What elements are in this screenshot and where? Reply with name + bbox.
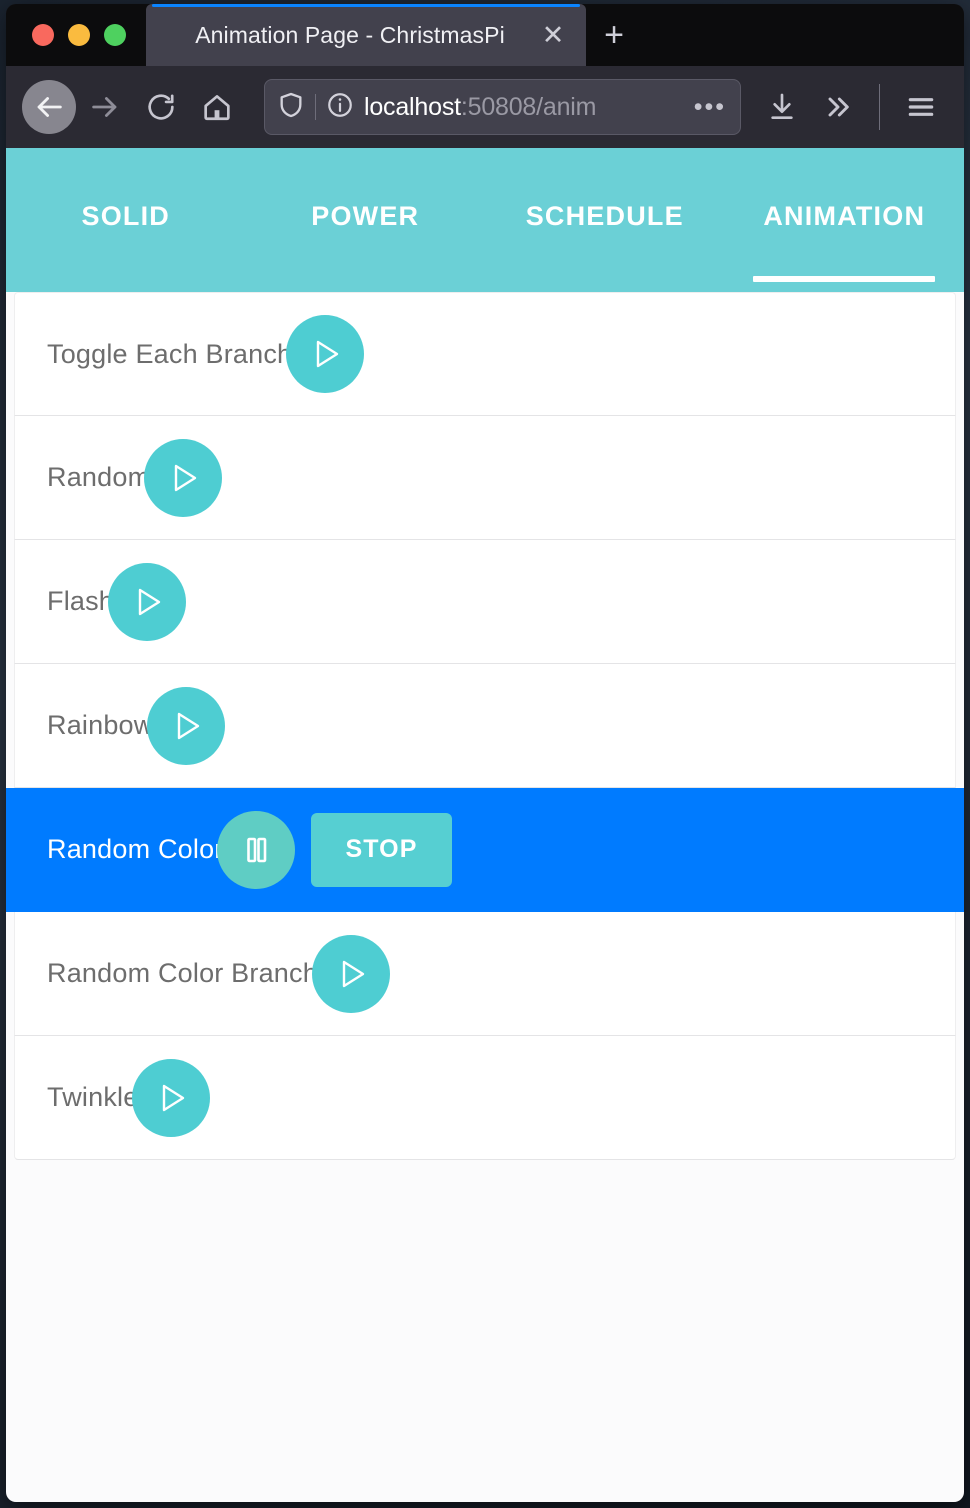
tab-power[interactable]: POWER <box>246 148 486 292</box>
play-icon <box>304 333 346 375</box>
browser-tab-strip: Animation Page - ChristmasPi ✕ + <box>6 4 964 66</box>
list-item[interactable]: Flash <box>14 540 956 664</box>
browser-tab-active[interactable]: Animation Page - ChristmasPi ✕ <box>146 4 586 66</box>
tab-schedule[interactable]: SCHEDULE <box>485 148 725 292</box>
tab-animation[interactable]: ANIMATION <box>725 148 965 292</box>
play-icon <box>150 1077 192 1119</box>
address-bar[interactable]: localhost:50808/anim ••• <box>264 79 741 135</box>
info-icon[interactable] <box>326 91 354 124</box>
play-button[interactable] <box>144 438 223 517</box>
tab-power-label: POWER <box>311 200 420 231</box>
back-arrow-icon[interactable] <box>22 80 76 134</box>
minimize-window-button[interactable] <box>68 24 90 46</box>
page-scrollbar[interactable] <box>960 292 964 1502</box>
active-tab-indicator <box>753 276 936 282</box>
toolbar-divider <box>879 84 880 130</box>
tab-solid[interactable]: SOLID <box>6 148 246 292</box>
new-tab-button[interactable]: + <box>586 4 642 66</box>
overflow-chevrons-icon[interactable] <box>811 80 865 134</box>
page-actions-icon[interactable]: ••• <box>688 94 726 120</box>
list-item[interactable]: Toggle Each Branch <box>14 292 956 416</box>
animation-name: Rainbow <box>47 710 154 740</box>
pause-icon <box>236 830 276 870</box>
animation-name: Random <box>47 462 151 492</box>
forward-arrow-icon[interactable] <box>78 80 132 134</box>
animation-name: Twinkle <box>47 1082 139 1112</box>
download-icon[interactable] <box>755 80 809 134</box>
pause-button[interactable] <box>217 810 296 889</box>
list-item[interactable]: Rainbow <box>14 664 956 788</box>
close-tab-icon[interactable]: ✕ <box>536 18 570 52</box>
browser-window: Animation Page - ChristmasPi ✕ + localho… <box>6 4 964 1502</box>
app-tab-bar: SOLID POWER SCHEDULE ANIMATION <box>6 148 964 292</box>
url-divider <box>315 94 316 120</box>
tab-solid-label: SOLID <box>81 200 170 231</box>
play-icon <box>330 953 372 995</box>
animation-name: Flash <box>47 586 115 616</box>
tab-schedule-label: SCHEDULE <box>525 200 684 231</box>
browser-tab-title: Animation Page - ChristmasPi <box>195 21 505 48</box>
shield-icon[interactable] <box>277 91 305 124</box>
close-window-button[interactable] <box>32 24 54 46</box>
maximize-window-button[interactable] <box>104 24 126 46</box>
hamburger-menu-icon[interactable] <box>894 80 948 134</box>
window-traffic-lights <box>6 4 144 66</box>
url-path: :50808/anim <box>460 92 597 121</box>
play-icon <box>165 705 207 747</box>
animation-name: Toggle Each Branch <box>47 338 293 369</box>
home-icon[interactable] <box>190 80 244 134</box>
browser-toolbar: localhost:50808/anim ••• <box>6 66 964 148</box>
play-icon <box>162 457 204 499</box>
play-icon <box>126 581 168 623</box>
web-page-content: SOLID POWER SCHEDULE ANIMATION Toggle Ea… <box>6 148 964 1502</box>
play-button[interactable] <box>147 686 226 765</box>
play-button[interactable] <box>286 315 365 393</box>
desktop-background: Animation Page - ChristmasPi ✕ + localho… <box>0 0 970 1508</box>
reload-icon[interactable] <box>134 80 188 134</box>
list-item[interactable]: Random <box>14 416 956 540</box>
list-item[interactable]: Random Color Branch <box>14 912 956 1036</box>
url-text[interactable]: localhost:50808/anim <box>364 93 688 122</box>
stop-button[interactable]: STOP <box>311 812 452 887</box>
url-host: localhost <box>364 92 461 121</box>
animation-name: Random Color <box>47 834 224 864</box>
list-item[interactable]: Twinkle <box>14 1036 956 1160</box>
list-item-active[interactable]: Random Color STOP <box>6 788 964 912</box>
play-button[interactable] <box>311 934 390 1013</box>
play-button[interactable] <box>108 562 187 641</box>
animation-list: Toggle Each Branch Random Flash Rainbow … <box>6 292 964 1160</box>
play-button[interactable] <box>132 1058 211 1137</box>
animation-name: Random Color Branch <box>47 958 318 988</box>
tab-animation-label: ANIMATION <box>763 200 926 231</box>
